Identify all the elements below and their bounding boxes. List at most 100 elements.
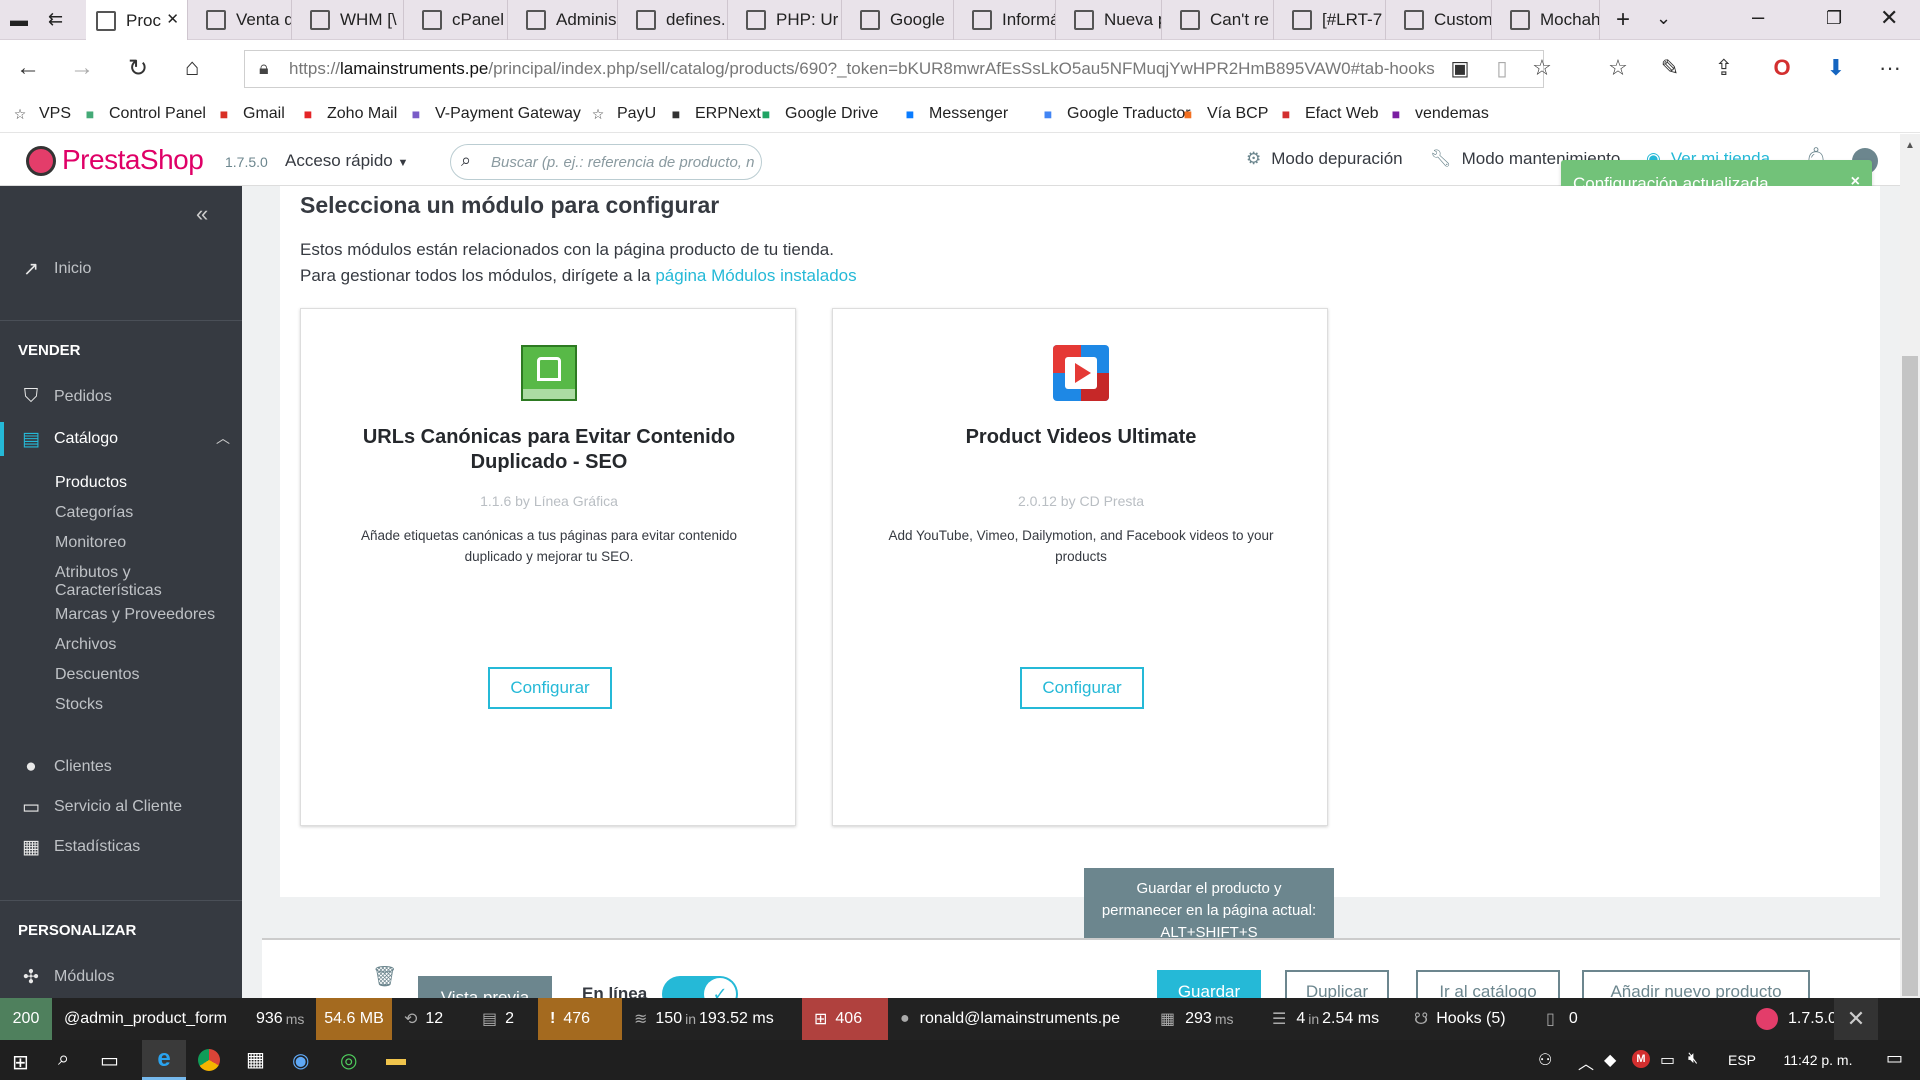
browser-tab[interactable]: [#LRT-7 bbox=[1282, 0, 1386, 40]
scroll-up-icon[interactable]: ▲ bbox=[1905, 140, 1915, 151]
sidebar-item-customer-service[interactable]: ▭ Servicio al Cliente bbox=[0, 792, 242, 822]
favorite-item[interactable]: ■ Efact Web bbox=[1276, 104, 1379, 124]
browser-tab[interactable]: cPanel - bbox=[412, 0, 508, 40]
prestashop-logo-icon[interactable] bbox=[26, 146, 56, 176]
forward-icon[interactable]: → bbox=[66, 52, 98, 84]
catalog-submenu-item[interactable]: Archivos bbox=[55, 636, 225, 654]
tab-actions-icon[interactable]: ▬ bbox=[10, 10, 28, 31]
browser-tab[interactable]: PHP: Ur bbox=[736, 0, 842, 40]
browser-tab[interactable]: Proc ✕ bbox=[86, 0, 188, 41]
close-window-icon[interactable]: ✕ bbox=[1880, 5, 1898, 31]
volume-icon[interactable]: 🔇︎ bbox=[1688, 1050, 1698, 1068]
sidebar-collapse-icon[interactable]: « bbox=[196, 201, 208, 227]
brand-name[interactable]: PrestaShop bbox=[62, 144, 204, 176]
browser-tab[interactable]: Custom bbox=[1394, 0, 1492, 40]
browser-tab[interactable]: Nueva p bbox=[1064, 0, 1162, 40]
favorite-item[interactable]: ■ Messenger bbox=[900, 104, 1008, 124]
refresh-icon[interactable]: ↻ bbox=[122, 52, 154, 84]
chat-taskbar-icon[interactable]: ◉ bbox=[292, 1048, 309, 1073]
catalog-submenu-item[interactable]: Descuentos bbox=[55, 666, 225, 684]
restore-icon[interactable]: ❐ bbox=[1826, 8, 1842, 29]
installed-modules-link[interactable]: página Módulos instalados bbox=[655, 266, 856, 285]
file-explorer-taskbar-icon[interactable]: ▬ bbox=[386, 1048, 406, 1071]
catalog-submenu-item[interactable]: Stocks bbox=[55, 696, 225, 714]
search-input[interactable]: ⌕ Buscar (p. ej.: referencia de producto… bbox=[450, 144, 762, 180]
go-to-catalog-button[interactable]: Ir al catálogo bbox=[1416, 970, 1560, 998]
task-view-icon[interactable]: ▭ bbox=[100, 1048, 119, 1073]
browser-tab[interactable]: Can't re bbox=[1170, 0, 1274, 40]
browser-tab[interactable]: Informá bbox=[962, 0, 1056, 40]
search-icon[interactable]: ⌕ bbox=[58, 1048, 69, 1071]
scrollbar-thumb[interactable] bbox=[1902, 356, 1918, 996]
sidebar-item-stats[interactable]: ▦ Estadísticas bbox=[0, 832, 242, 862]
dropbox-icon[interactable]: ◆ bbox=[1604, 1050, 1616, 1070]
people-icon[interactable]: ⚇ bbox=[1538, 1050, 1552, 1070]
favorite-item[interactable]: ■ ERPNext bbox=[666, 104, 761, 124]
back-icon[interactable]: ← bbox=[12, 52, 44, 84]
prestashop-version[interactable]: 1.7.5.0 bbox=[1756, 998, 1837, 1040]
catalog-submenu-item[interactable]: Categorías bbox=[55, 504, 225, 522]
sidebar-item-modules[interactable]: ✣ Módulos bbox=[0, 962, 242, 992]
debug-mode-link[interactable]: ⚙ Modo depuración bbox=[1246, 149, 1403, 169]
favorite-item[interactable]: ☆ VPS bbox=[10, 104, 71, 124]
cache-panel[interactable]: ☰ 4 in 2.54 ms bbox=[1272, 998, 1379, 1040]
favorites-hub-icon[interactable]: ☆ bbox=[1602, 52, 1634, 84]
tray-chevron-icon[interactable]: ︿ bbox=[1578, 1050, 1594, 1074]
templates-panel[interactable]: ▤ 2 bbox=[482, 998, 514, 1040]
configure-button[interactable]: Configurar bbox=[488, 667, 612, 709]
sidebar-item-catalog[interactable]: ▤ Catálogo ︿ bbox=[0, 422, 242, 456]
minimize-icon[interactable]: – bbox=[1752, 4, 1764, 30]
add-new-product-button[interactable]: Añadir nuevo producto bbox=[1582, 970, 1810, 998]
windows-start-icon[interactable]: ⊞ bbox=[12, 1050, 29, 1075]
favorite-item[interactable]: ■ Vía BCP bbox=[1178, 104, 1269, 124]
favorite-item[interactable]: ■ V-Payment Gateway bbox=[406, 104, 581, 124]
share-icon[interactable]: ⇪ bbox=[1708, 52, 1740, 84]
quick-access-menu[interactable]: Acceso rápido ▼ bbox=[285, 151, 408, 171]
edge-taskbar-icon[interactable]: e bbox=[142, 1040, 186, 1080]
other-panel[interactable]: ▯ 0 bbox=[1546, 998, 1578, 1040]
browser-tab[interactable]: Google bbox=[850, 0, 954, 40]
browser-tab[interactable]: defines. bbox=[626, 0, 728, 40]
browser-tab[interactable]: Venta d bbox=[196, 0, 292, 40]
favorite-item[interactable]: ■ vendemas bbox=[1386, 104, 1489, 124]
new-tab-icon[interactable]: + bbox=[1616, 6, 1630, 34]
sidebar-item-customers[interactable]: ● Clientes bbox=[0, 752, 242, 782]
book-icon[interactable]: ▯ bbox=[1486, 52, 1518, 84]
forms-panel[interactable]: ⟲ 12 bbox=[404, 998, 443, 1040]
favorite-item[interactable]: ■ Zoho Mail bbox=[298, 104, 397, 124]
memory-usage[interactable]: 54.6 MB bbox=[316, 998, 392, 1040]
home-icon[interactable]: ⌂ bbox=[176, 52, 208, 84]
hooks-panel[interactable]: ☋ Hooks (5) bbox=[1414, 998, 1506, 1040]
favorite-item[interactable]: ■ Google Traductor bbox=[1038, 104, 1191, 124]
pen-icon[interactable]: ✎ bbox=[1654, 52, 1686, 84]
favorite-item[interactable]: ■ Google Drive bbox=[756, 104, 879, 124]
render-time[interactable]: ▦ 293 ms bbox=[1160, 998, 1237, 1040]
reading-view-icon[interactable]: ▣ bbox=[1444, 52, 1476, 84]
database-queries[interactable]: ≋ 150 in 193.52 ms bbox=[634, 998, 774, 1040]
language-indicator[interactable]: ESP bbox=[1728, 1052, 1756, 1068]
favorite-star-icon[interactable]: ☆ bbox=[1526, 52, 1558, 84]
request-time[interactable]: 936 ms bbox=[256, 998, 307, 1040]
catalog-submenu-item[interactable]: Marcas y Proveedores bbox=[55, 606, 225, 624]
whatsapp-taskbar-icon[interactable]: ◎ bbox=[340, 1048, 357, 1073]
catalog-submenu-item[interactable]: Productos bbox=[55, 474, 225, 492]
url-field[interactable]: 🔒︎ https://lamainstruments.pe/principal/… bbox=[244, 50, 1544, 88]
preview-button[interactable]: Vista previa bbox=[418, 976, 552, 998]
online-toggle[interactable]: ✓ bbox=[662, 976, 738, 998]
page-scrollbar[interactable]: ▲ bbox=[1900, 134, 1920, 998]
favorite-item[interactable]: ■ Gmail bbox=[214, 104, 285, 124]
sidebar-item-home[interactable]: ↗ Inicio bbox=[0, 254, 242, 284]
opera-extension-icon[interactable]: O bbox=[1766, 52, 1798, 84]
close-tab-icon[interactable]: ✕ bbox=[166, 10, 179, 28]
browser-tab[interactable]: Adminis bbox=[516, 0, 618, 40]
trash-icon[interactable]: 🗑︎ bbox=[372, 964, 397, 989]
configure-button[interactable]: Configurar bbox=[1020, 667, 1144, 709]
status-code[interactable]: 200 bbox=[0, 998, 52, 1040]
favorite-item[interactable]: ☆ PayU bbox=[588, 104, 656, 124]
extension-icon[interactable]: ⬇ bbox=[1820, 52, 1852, 84]
close-debugbar-icon[interactable]: ✕ bbox=[1834, 998, 1878, 1040]
mail-tray-icon[interactable]: M bbox=[1632, 1050, 1650, 1068]
more-menu-icon[interactable]: ··· bbox=[1874, 52, 1906, 84]
tab-preview-chevron-icon[interactable]: ⌄ bbox=[1656, 8, 1671, 29]
logged-user[interactable]: ● ronald@lamainstruments.pe bbox=[900, 998, 1120, 1040]
